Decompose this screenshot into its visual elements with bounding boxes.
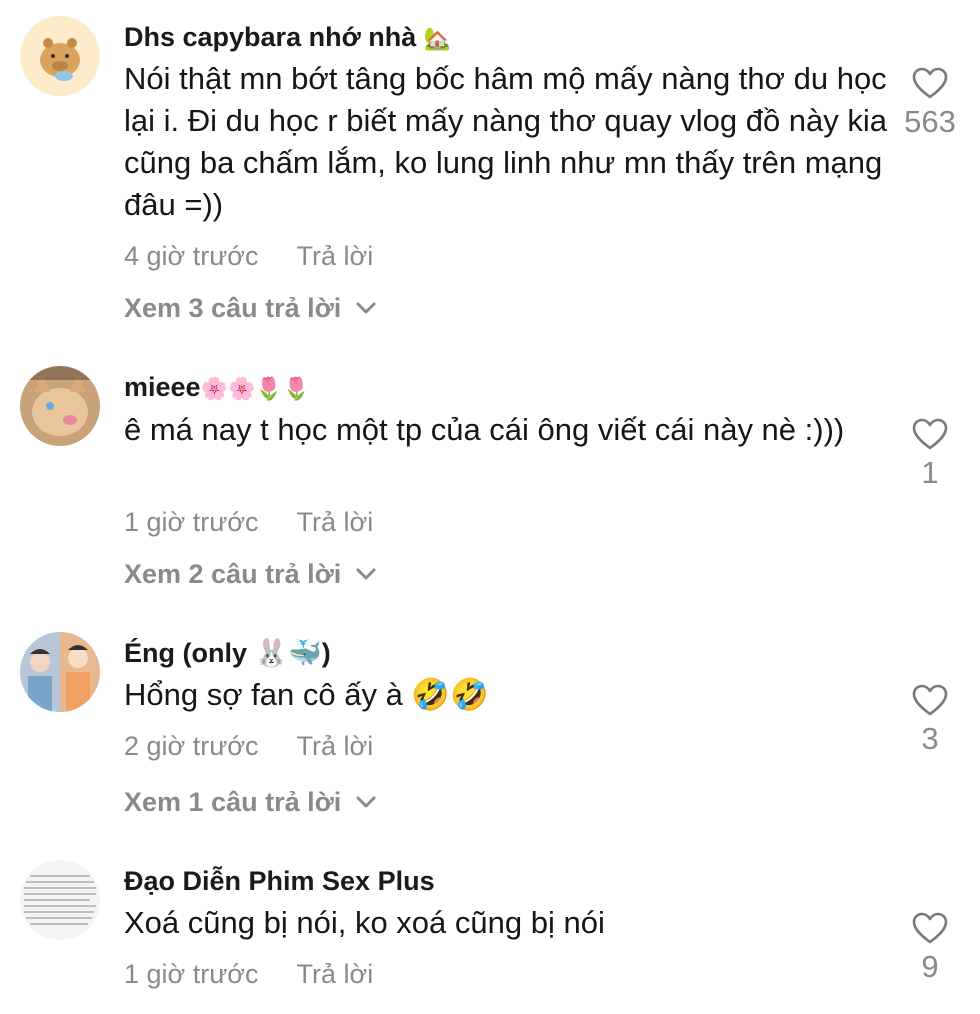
comment-author[interactable]: Dhs capybara nhớ nhà 🏡 (124, 20, 451, 57)
comment-text: Hổng sợ fan cô ấy à 🤣🤣 (124, 677, 489, 712)
comment-time: 2 giờ trước (124, 731, 259, 761)
comment-author[interactable]: Éng (only 🐰🐳) (124, 636, 331, 670)
heart-icon (912, 912, 948, 944)
comment-time: 1 giờ trước (124, 507, 259, 537)
comment-meta: 2 giờ trước Trả lời (124, 729, 373, 763)
view-replies-button[interactable]: Xem 3 câu trả lời (124, 291, 377, 325)
comment-time: 1 giờ trước (124, 959, 259, 989)
reply-button[interactable]: Trả lời (297, 959, 374, 989)
view-replies-button[interactable]: Xem 2 câu trả lời (124, 557, 377, 591)
like-button[interactable]: 1 (890, 417, 970, 491)
comment-meta: 1 giờ trước Trả lời (124, 505, 373, 539)
reply-button[interactable]: Trả lời (297, 731, 374, 761)
comment-author[interactable]: Đạo Diễn Phim Sex Plus (124, 864, 435, 898)
chevron-down-icon (356, 568, 376, 580)
flower-emojis: 🌸🌸🌷🌷 (200, 377, 311, 402)
comment-time: 4 giờ trước (124, 241, 259, 271)
comment-meta: 1 giờ trước Trả lời (124, 957, 373, 991)
reply-button[interactable]: Trả lời (297, 507, 374, 537)
heart-icon (912, 67, 948, 99)
comment-meta: 4 giờ trước Trả lời (124, 239, 373, 273)
like-count: 9 (921, 949, 939, 984)
reply-button[interactable]: Trả lời (297, 241, 374, 271)
heart-icon (912, 684, 948, 716)
like-button[interactable]: 563 (890, 66, 970, 140)
like-button[interactable]: 9 (890, 911, 970, 985)
like-button[interactable]: 3 (890, 683, 970, 757)
chevron-down-icon (356, 302, 376, 314)
like-count: 3 (921, 721, 939, 756)
capybara-avatar-icon[interactable] (20, 16, 100, 96)
heart-icon (912, 418, 948, 450)
like-count: 563 (904, 104, 956, 139)
view-replies-button[interactable]: Xem 1 câu trả lời (124, 785, 377, 819)
kitten-avatar-icon[interactable] (20, 366, 100, 446)
comment-author[interactable]: mieee🌸🌸🌷🌷 (124, 370, 310, 407)
house-emoji: 🏡 (423, 27, 452, 52)
comment-text: Xoá cũng bị nói, ko xoá cũng bị nói (124, 905, 605, 940)
chevron-down-icon (356, 796, 376, 808)
document-avatar-icon[interactable] (20, 860, 100, 940)
photo-collage-avatar-icon[interactable] (20, 632, 100, 712)
like-count: 1 (921, 455, 939, 490)
comment-text: Nói thật mn bớt tâng bốc hâm mộ mấy nàng… (124, 61, 888, 222)
comment-text: ê má nay t học một tp của cái ông viết c… (124, 412, 845, 447)
